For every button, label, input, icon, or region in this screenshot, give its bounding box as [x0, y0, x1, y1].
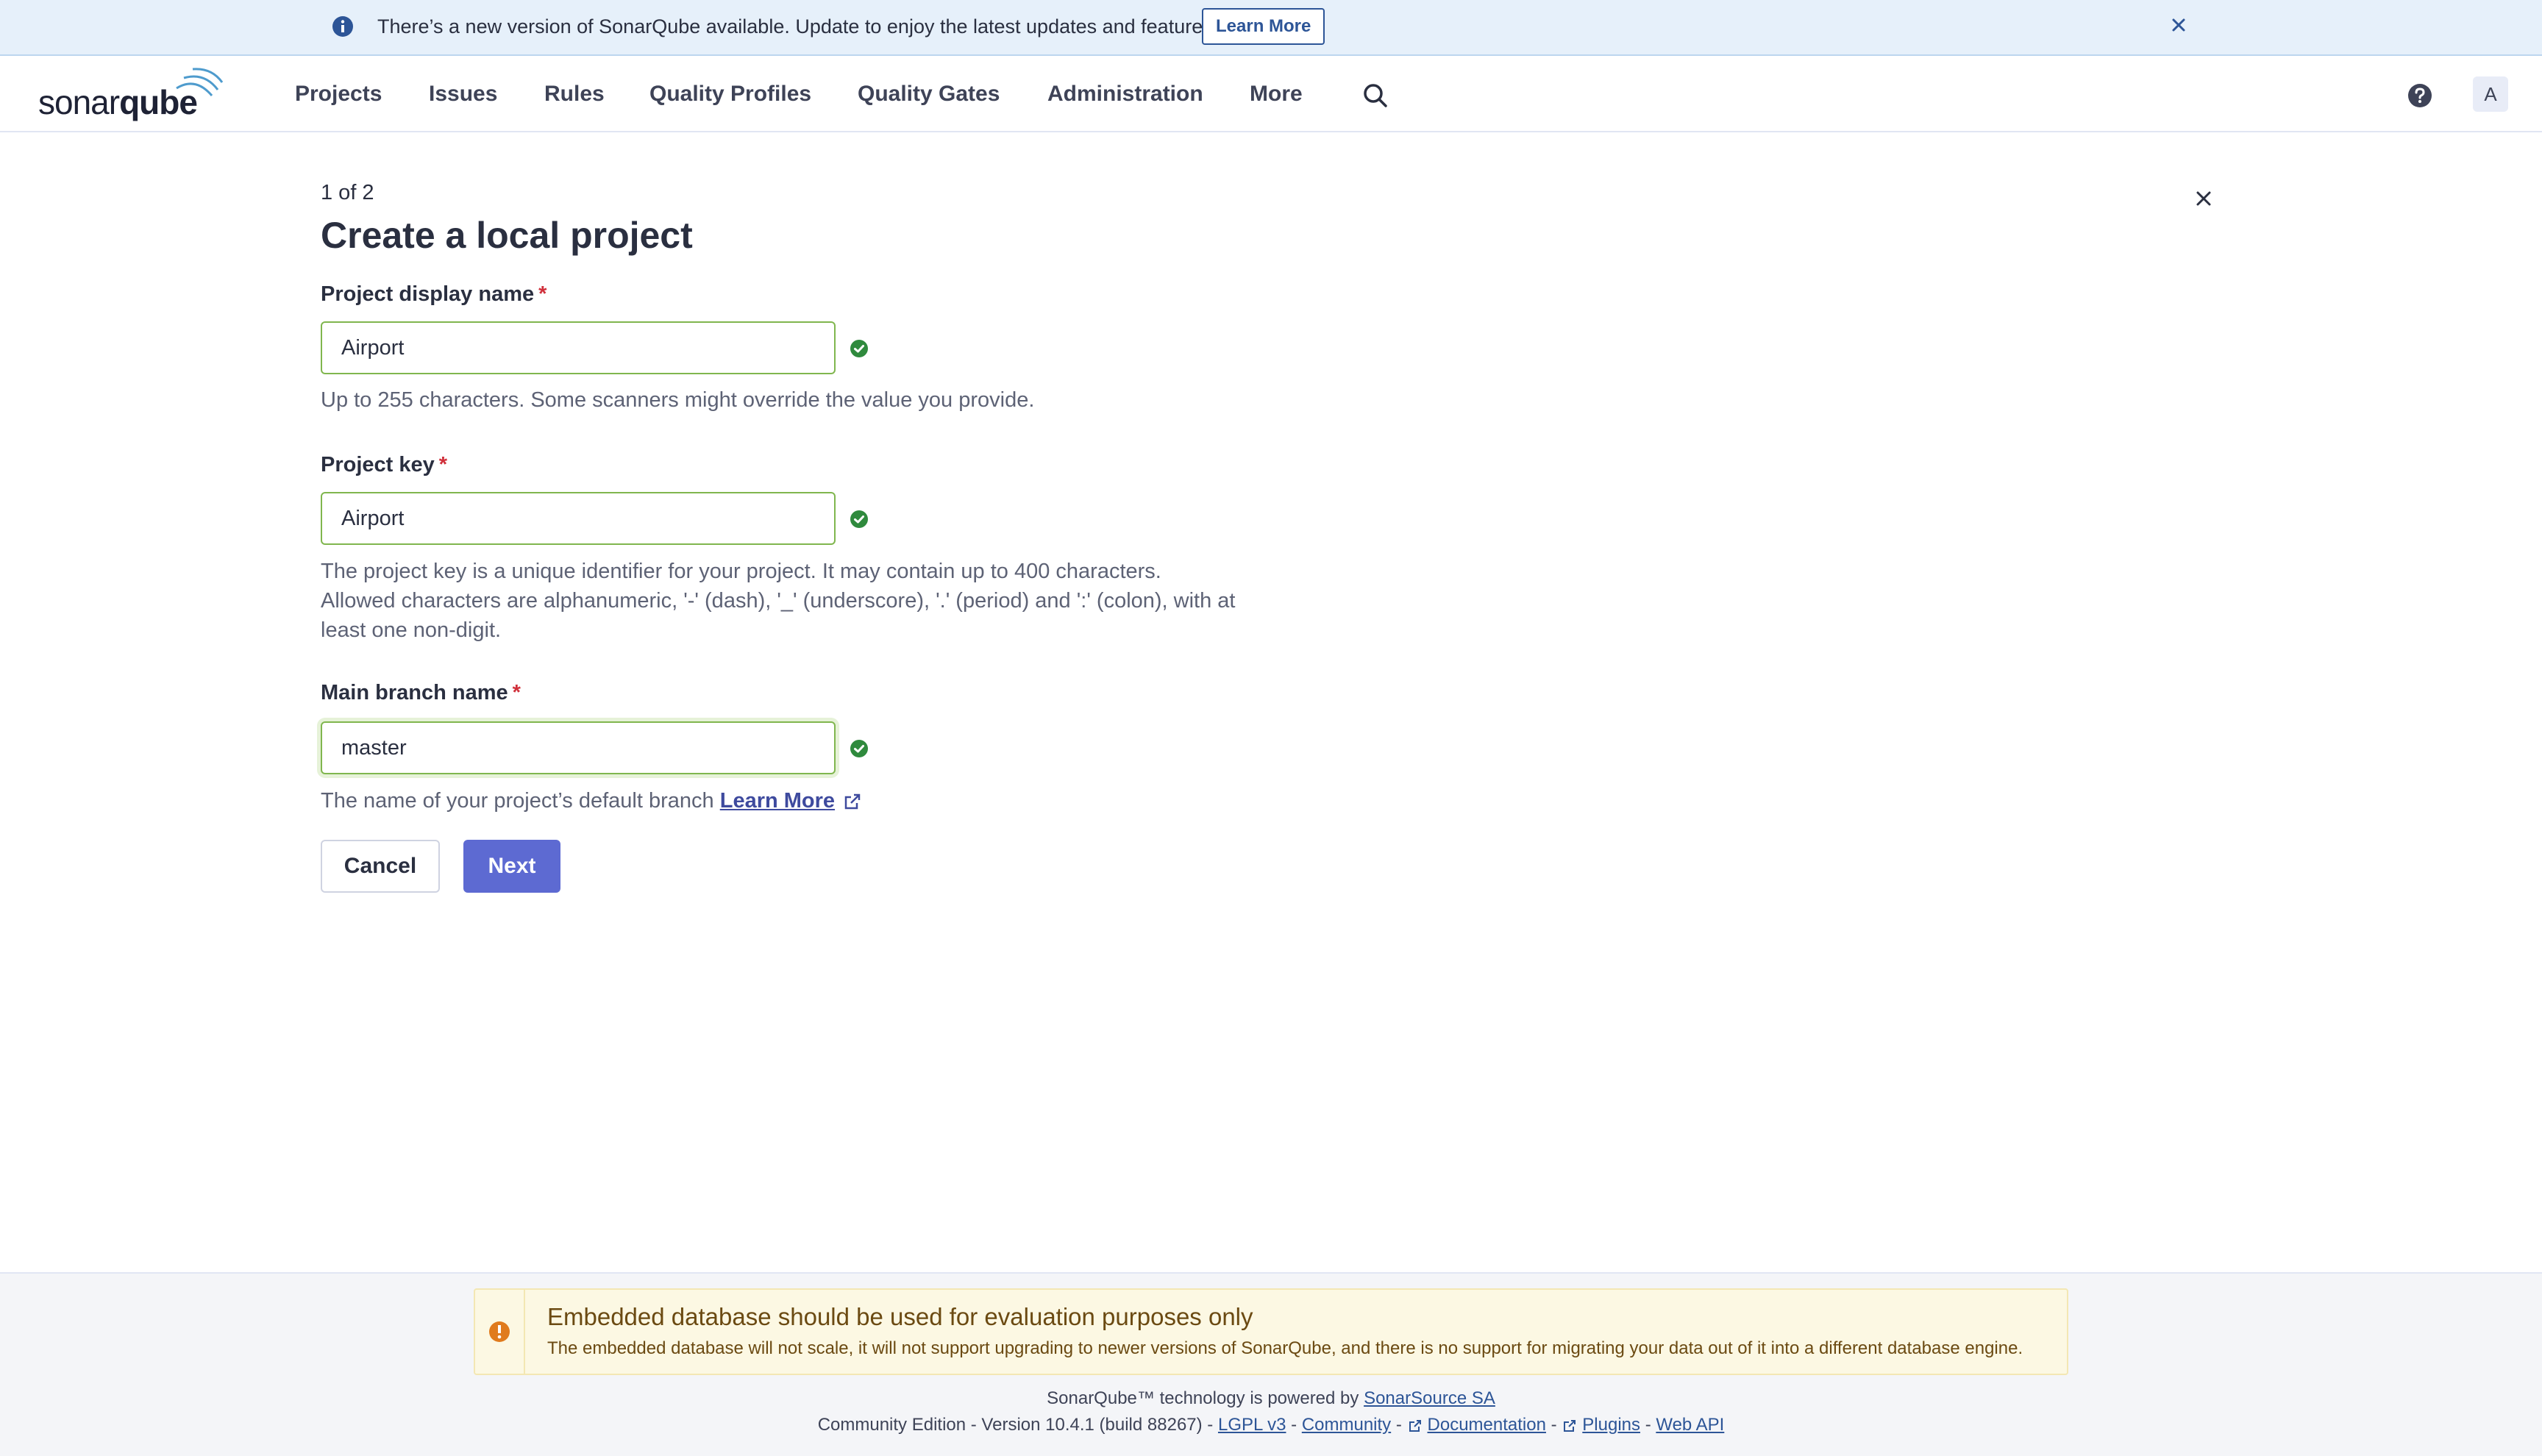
main-branch-help-text: The name of your project’s default branc…: [321, 786, 863, 816]
update-banner: There’s a new version of SonarQube avail…: [0, 0, 2542, 56]
warning-body: The embedded database will not scale, it…: [547, 1338, 2023, 1358]
warning-icon-cell: [475, 1290, 525, 1374]
nav-rules[interactable]: Rules: [544, 78, 605, 110]
sonarsource-link[interactable]: SonarSource SA: [1364, 1388, 1495, 1408]
version-text: Community Edition - Version 10.4.1 (buil…: [817, 1415, 1214, 1435]
field-label-text: Main branch name: [321, 681, 508, 704]
separator: -: [1291, 1415, 1297, 1435]
page-footer: Embedded database should be used for eva…: [0, 1272, 2542, 1456]
nav-quality-gates[interactable]: Quality Gates: [858, 78, 1000, 110]
cancel-button[interactable]: Cancel: [321, 840, 440, 893]
nav-quality-profiles[interactable]: Quality Profiles: [649, 78, 811, 110]
community-link[interactable]: Community: [1302, 1415, 1391, 1435]
separator: -: [1551, 1415, 1557, 1435]
check-circle-icon: [850, 340, 868, 357]
project-display-name-input[interactable]: [321, 321, 836, 374]
documentation-link[interactable]: Documentation: [1428, 1415, 1546, 1435]
separator: -: [1395, 1415, 1402, 1435]
step-indicator: 1 of 2: [321, 181, 374, 204]
sonarqube-logo[interactable]: sonarqube: [37, 66, 228, 122]
version-line: Community Edition - Version 10.4.1 (buil…: [0, 1415, 2542, 1435]
field-label-text: Project display name: [321, 282, 535, 306]
plugins-link-wrap[interactable]: Plugins: [1562, 1415, 1640, 1435]
warning-title: Embedded database should be used for eva…: [547, 1303, 1253, 1330]
project-key-label: Project key *: [321, 453, 447, 477]
required-asterisk: *: [438, 453, 448, 477]
web-api-link[interactable]: Web API: [1656, 1415, 1724, 1435]
close-icon[interactable]: [2192, 187, 2215, 210]
search-icon[interactable]: [1361, 81, 1390, 110]
user-avatar[interactable]: A: [2473, 76, 2508, 112]
learn-more-link[interactable]: Learn More: [720, 789, 835, 813]
top-navigation: sonarqube Projects Issues Rules Quality …: [0, 56, 2542, 132]
check-circle-icon: [850, 510, 868, 528]
banner-learn-more-button[interactable]: Learn More: [1202, 8, 1325, 45]
warning-icon: [489, 1321, 510, 1342]
banner-message: There’s a new version of SonarQube avail…: [377, 15, 1219, 38]
page-title: Create a local project: [321, 215, 693, 256]
nav-projects[interactable]: Projects: [295, 78, 382, 110]
next-button[interactable]: Next: [463, 840, 560, 893]
powered-by-text: SonarQube™ technology is powered by: [1047, 1388, 1359, 1408]
help-icon[interactable]: [2407, 82, 2433, 109]
separator: -: [1645, 1415, 1651, 1435]
main-branch-help-label: The name of your project’s default branc…: [321, 789, 714, 813]
logo-waves-icon: [176, 68, 224, 96]
external-link-icon[interactable]: [842, 791, 863, 812]
external-link-icon: [1564, 1419, 1576, 1432]
check-circle-icon: [850, 740, 868, 757]
required-asterisk: *: [538, 282, 547, 306]
embedded-database-warning: Embedded database should be used for eva…: [474, 1288, 2068, 1375]
info-icon: [332, 16, 353, 37]
nav-administration[interactable]: Administration: [1047, 78, 1203, 110]
nav-more[interactable]: More: [1250, 78, 1303, 110]
license-link[interactable]: LGPL v3: [1218, 1415, 1286, 1435]
project-key-input[interactable]: [321, 492, 836, 545]
project-key-help-line: Allowed characters are alphanumeric, '-'…: [321, 589, 1236, 613]
main-branch-name-input[interactable]: [321, 721, 836, 774]
close-icon[interactable]: [2168, 15, 2189, 35]
logo-text-light: sonar: [38, 83, 120, 121]
main-branch-name-label: Main branch name *: [321, 681, 521, 705]
project-display-name-label: Project display name *: [321, 282, 547, 307]
documentation-link-wrap[interactable]: Documentation: [1407, 1415, 1546, 1435]
field-label-text: Project key: [321, 453, 435, 477]
required-asterisk: *: [512, 681, 521, 704]
external-link-icon: [1409, 1419, 1421, 1432]
display-name-help-text: Up to 255 characters. Some scanners migh…: [321, 388, 1035, 412]
powered-by-line: SonarQube™ technology is powered by Sona…: [0, 1388, 2542, 1409]
nav-issues[interactable]: Issues: [429, 78, 497, 110]
project-key-help-line: least one non-digit.: [321, 618, 502, 642]
project-key-help-line: The project key is a unique identifier f…: [321, 560, 1161, 583]
plugins-link[interactable]: Plugins: [1582, 1415, 1640, 1435]
